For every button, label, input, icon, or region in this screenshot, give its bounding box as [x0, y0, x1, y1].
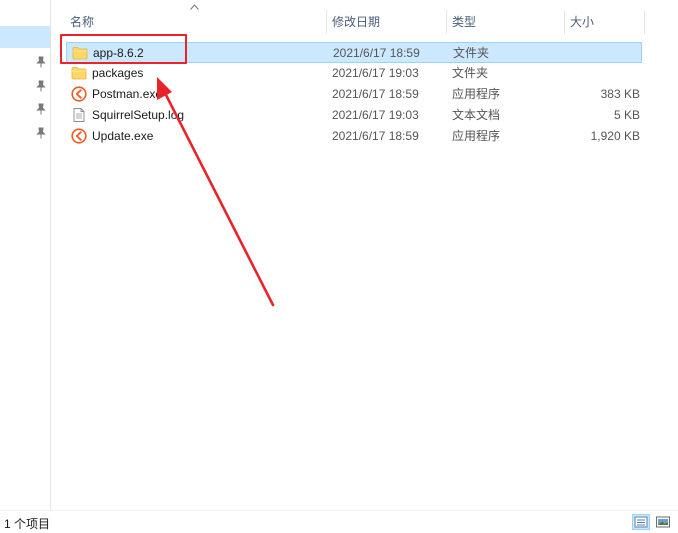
status-bar: 1 个项目: [0, 510, 678, 533]
nav-selected-item[interactable]: [0, 26, 50, 48]
text-file-icon: [73, 108, 85, 122]
file-date-modified: 2021/6/17 18:59: [332, 129, 419, 143]
file-type: 文本文档: [452, 108, 501, 122]
file-date-modified: 2021/6/17 18:59: [332, 87, 419, 101]
file-type: 文件夹: [452, 66, 489, 80]
file-date-modified: 2021/6/17 19:03: [332, 66, 419, 80]
file-row[interactable]: packages 2021/6/17 19:03 文件夹: [66, 63, 642, 84]
details-view-icon: [634, 516, 648, 528]
file-date-modified: 2021/6/17 19:03: [332, 108, 419, 122]
file-row[interactable]: SquirrelSetup.log 2021/6/17 19:03 文本文档 5 KB: [66, 105, 642, 126]
pin-icon[interactable]: [35, 80, 47, 92]
file-size: 383 KB: [600, 87, 640, 101]
folder-icon: [71, 67, 87, 80]
item-count-text: 1 个项目: [4, 517, 51, 531]
file-name: Postman.exe: [92, 87, 163, 101]
file-name: SquirrelSetup.log: [92, 108, 185, 122]
file-name: packages: [92, 66, 144, 80]
pin-icon[interactable]: [35, 56, 47, 68]
pin-icon[interactable]: [35, 103, 47, 115]
file-row[interactable]: Update.exe 2021/6/17 18:59 应用程序 1,920 KB: [66, 126, 642, 147]
file-row[interactable]: Postman.exe 2021/6/17 18:59 应用程序 383 KB: [66, 84, 642, 105]
file-list: 名称 修改日期 类型 大小 app-8.6.2 2021/6/17 18:59 文件…: [52, 0, 678, 510]
column-header-name[interactable]: 名称: [64, 10, 326, 34]
column-header-type[interactable]: 类型: [446, 10, 564, 34]
file-size: 5 KB: [613, 108, 640, 122]
pin-icon[interactable]: [35, 127, 47, 139]
column-header-row: 名称 修改日期 类型 大小: [52, 4, 678, 34]
postman-icon: [71, 86, 87, 102]
file-date-modified: 2021/6/17 18:59: [333, 46, 420, 60]
annotation-highlight-box: [60, 34, 187, 64]
column-header-date[interactable]: 修改日期: [326, 10, 446, 34]
file-type: 应用程序: [452, 87, 501, 101]
column-header-size[interactable]: 大小: [564, 10, 644, 34]
large-icons-view-icon: [656, 516, 670, 528]
file-type: 文件夹: [453, 46, 490, 60]
column-divider[interactable]: [644, 10, 645, 34]
postman-icon: [71, 128, 87, 144]
file-type: 应用程序: [452, 129, 501, 143]
details-view-button[interactable]: [632, 514, 650, 530]
navigation-pane[interactable]: [0, 0, 51, 510]
file-size: 1,920 KB: [590, 129, 640, 143]
large-icons-view-button[interactable]: [654, 514, 672, 530]
file-name: Update.exe: [92, 129, 154, 143]
